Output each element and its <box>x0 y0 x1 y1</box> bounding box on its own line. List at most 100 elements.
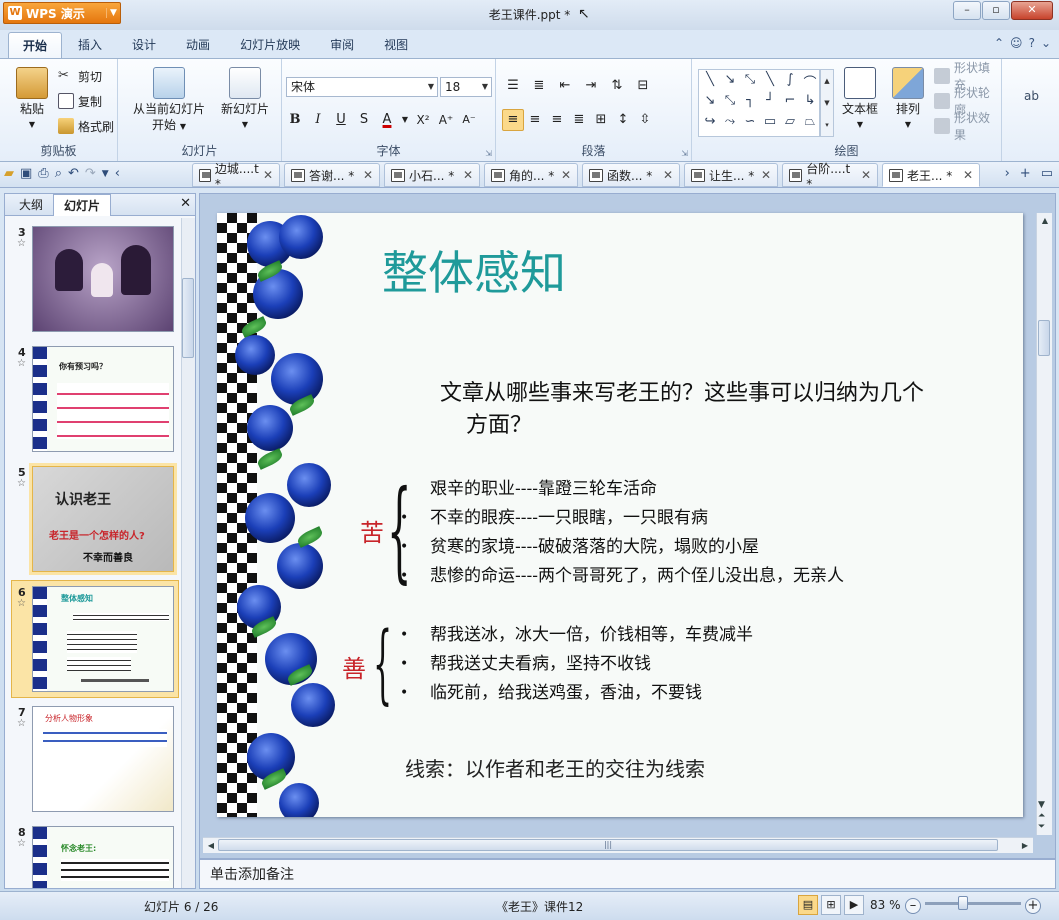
bold-button[interactable]: B <box>284 109 306 131</box>
dialog-launcher-icon[interactable]: ⇲ <box>681 149 688 158</box>
shapes-gallery-scroll[interactable]: ▲ ▼ ▾ <box>820 69 834 137</box>
skin-icon[interactable]: ☺ <box>1010 36 1023 50</box>
thumbnail-slide-3[interactable] <box>32 226 174 332</box>
thumbnail-slide-8[interactable]: 怀念老王: <box>32 826 174 888</box>
document-tab[interactable]: 函数... * ✕ <box>582 163 680 187</box>
slide-title[interactable]: 整体感知 <box>382 237 566 303</box>
new-tab-icon[interactable]: + <box>1020 166 1031 181</box>
shapes-gallery[interactable]: ╲ ↘ ⤡ ╲ ∫ ⌒ ↘ ⤡ ┐ ┘ ⌐ ↳ ↪ ⤳ ∽ ▭ ▱ ⏢ <box>698 69 820 137</box>
minimize-button[interactable]: – <box>953 1 981 20</box>
close-button[interactable]: ✕ <box>1011 1 1053 20</box>
justify-icon[interactable]: ≣ <box>568 109 590 131</box>
arrow-shape-icon[interactable]: ↘ <box>721 72 739 92</box>
document-tab[interactable]: 小石... * ✕ <box>384 163 480 187</box>
align-center-icon[interactable]: ≡ <box>524 109 546 131</box>
ribbon-collapse-icon[interactable]: ⌄ <box>1041 36 1051 50</box>
close-tab-icon[interactable]: ✕ <box>963 168 973 182</box>
curve-arrow-icon[interactable]: ↪ <box>701 114 719 134</box>
curve-connector-icon[interactable]: ↳ <box>801 93 819 113</box>
wordart-icon[interactable]: ab <box>1024 89 1039 103</box>
close-tab-icon[interactable]: ✕ <box>463 168 473 182</box>
paste-button[interactable]: 粘贴 ▼ <box>10 67 54 133</box>
normal-view-icon[interactable]: ▤ <box>798 895 818 915</box>
close-tab-icon[interactable]: ✕ <box>363 168 373 182</box>
document-tab[interactable]: 答谢... * ✕ <box>284 163 380 187</box>
close-tab-icon[interactable]: ✕ <box>663 168 673 182</box>
grow-font-button[interactable]: A⁺ <box>435 109 457 131</box>
format-painter-button[interactable]: 格式刷 <box>58 115 114 137</box>
freeform-shape-icon[interactable]: ⌒ <box>801 72 819 92</box>
align-right-icon[interactable]: ≡ <box>546 109 568 131</box>
print-preview-icon[interactable]: ⌕ <box>55 166 62 181</box>
kindness-label[interactable]: 善 <box>342 649 366 684</box>
font-size-select[interactable]: 18 ▼ <box>440 77 492 97</box>
close-tab-icon[interactable]: ✕ <box>861 168 871 182</box>
curved-line-icon[interactable]: ∽ <box>741 114 759 134</box>
zoom-in-icon[interactable]: + <box>1025 898 1041 914</box>
ribbon-tab[interactable]: 设计 <box>118 32 170 58</box>
save-icon[interactable]: ▣ <box>20 166 32 181</box>
notes-pane[interactable]: 单击添加备注 <box>199 859 1056 889</box>
bitter-label[interactable]: 苦 <box>360 513 384 548</box>
increase-indent-icon[interactable]: ⇥ <box>580 75 602 97</box>
font-color-button[interactable]: A <box>376 109 398 131</box>
textbox-button[interactable]: 文本框 ▼ <box>840 67 880 133</box>
ribbon-tab[interactable]: 幻灯片放映 <box>226 32 314 58</box>
align-text-icon[interactable]: ⊟ <box>632 75 654 97</box>
line-spacing-icon[interactable]: ↕ <box>612 109 634 131</box>
slides-tab[interactable]: 幻灯片 <box>53 193 112 216</box>
document-tab[interactable]: 边城....t * ✕ <box>192 162 280 191</box>
document-tab[interactable]: 让生... * ✕ <box>684 163 778 187</box>
thumbnail-scroll-thumb[interactable] <box>182 278 194 358</box>
thumbnail-slide-7[interactable]: 分析人物形象 <box>32 706 174 812</box>
arrange-button[interactable]: 排列 ▼ <box>888 67 928 133</box>
numbered-list-icon[interactable]: ≣ <box>528 75 550 97</box>
arrow3-shape-icon[interactable]: ⤡ <box>721 93 739 113</box>
trapezoid-shape-icon[interactable]: ⏢ <box>801 114 819 134</box>
thumbnail-slide-6[interactable]: 整体感知 <box>32 586 174 692</box>
cut-button[interactable]: ✂ 剪切 <box>58 65 102 87</box>
shadow-button[interactable]: S <box>353 109 375 131</box>
sorter-view-icon[interactable]: ⊞ <box>821 895 841 915</box>
bitter-list[interactable]: 艰辛的职业----靠蹬三轮车活命不幸的眼疾----一只眼瞎，一只眼有病贫寒的家境… <box>400 475 844 591</box>
chevron-down-icon[interactable]: ▼ <box>399 109 411 131</box>
bullet-list-icon[interactable]: ☰ <box>502 75 524 97</box>
close-tab-icon[interactable]: ✕ <box>761 168 771 182</box>
underline-button[interactable]: U <box>330 109 352 131</box>
scroll-right-icon[interactable]: ▶ <box>1017 838 1033 854</box>
kindness-list[interactable]: 帮我送冰，冰大一倍，价钱相等，车费减半帮我送丈夫看病，坚持不收钱临死前，给我送鸡… <box>400 621 753 708</box>
elbow-arrow-icon[interactable]: ┘ <box>761 93 779 113</box>
open-folder-icon[interactable]: ▰ <box>4 166 14 181</box>
horizontal-scroll-thumb[interactable]: ||| <box>218 839 998 851</box>
ribbon-tab[interactable]: 开始 <box>8 32 63 58</box>
chevron-up-icon[interactable]: ⌃ <box>994 36 1004 50</box>
document-tab[interactable]: 角的... * ✕ <box>484 163 578 187</box>
redo-icon[interactable]: ↷ <box>85 166 96 181</box>
document-tab[interactable]: 老王... * ✕ <box>882 163 980 187</box>
previous-slide-icon[interactable]: ⏶ <box>1038 811 1045 822</box>
superscript-button[interactable]: X² <box>412 109 434 131</box>
ribbon-tab[interactable]: 视图 <box>370 32 422 58</box>
close-tab-icon[interactable]: ✕ <box>561 168 571 182</box>
shape-effect-button[interactable]: 形状效果 <box>934 111 1001 142</box>
shrink-font-button[interactable]: A⁻ <box>458 109 480 131</box>
next-slide-icon[interactable]: ⏷ <box>1038 822 1045 833</box>
slide-canvas[interactable]: 整体感知 文章从哪些事来写老王的？这些事可以归纳为几个 方面？ 苦 { 艰辛的职… <box>217 213 1023 817</box>
outline-tab[interactable]: 大纲 <box>9 194 53 216</box>
double-arrow-shape-icon[interactable]: ⤡ <box>741 72 759 92</box>
tabs-right-icon[interactable]: › <box>1005 166 1010 181</box>
copy-button[interactable]: 复制 <box>58 90 102 112</box>
scroll-down-icon[interactable]: ▼ <box>1038 800 1045 811</box>
customize-toolbar-icon[interactable]: ▼ <box>102 169 109 179</box>
elbow-double-icon[interactable]: ⌐ <box>781 93 799 113</box>
close-tab-icon[interactable]: ✕ <box>263 168 273 182</box>
tabs-left-icon[interactable]: ‹ <box>115 166 120 181</box>
vertical-scroll-thumb[interactable] <box>1038 320 1050 356</box>
maximize-button[interactable]: ▫ <box>982 1 1010 20</box>
slide-question[interactable]: 文章从哪些事来写老王的？这些事可以归纳为几个 方面？ <box>440 378 1020 442</box>
font-family-select[interactable]: 宋体 ▼ <box>286 77 438 97</box>
line2-shape-icon[interactable]: ╲ <box>761 72 779 92</box>
italic-button[interactable]: I <box>307 109 329 131</box>
decrease-indent-icon[interactable]: ⇤ <box>554 75 576 97</box>
scroll-up-icon[interactable]: ▲ <box>1037 213 1053 229</box>
